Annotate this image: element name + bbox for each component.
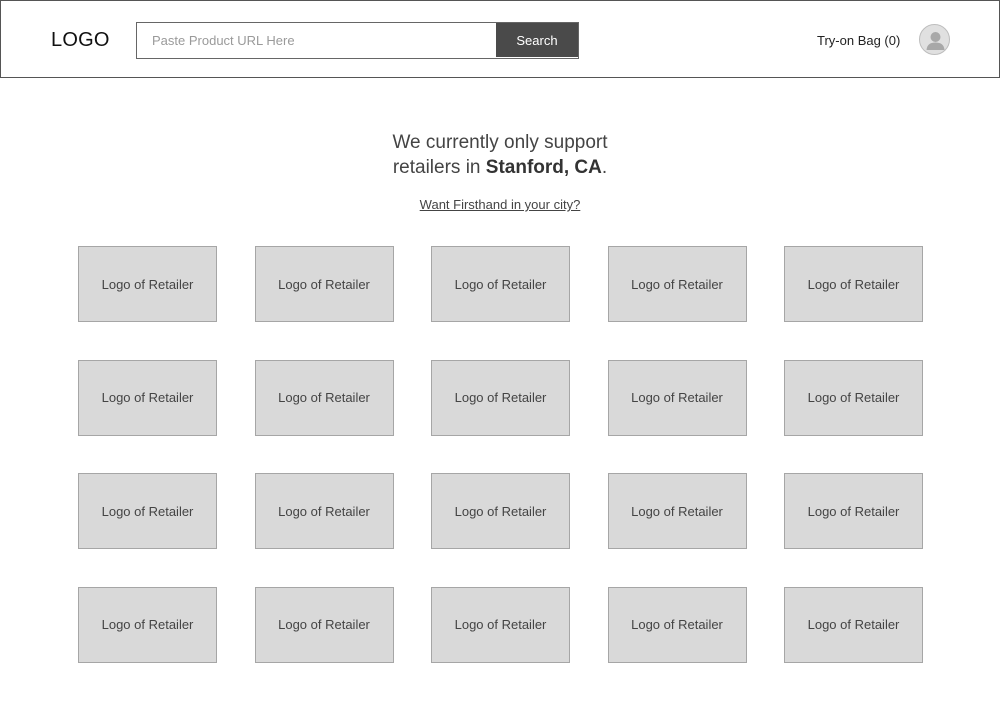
retailer-tile[interactable]: Logo of Retailer [78,246,217,322]
retailer-tile[interactable]: Logo of Retailer [431,586,570,663]
support-message-line2: retailers in Stanford, CA. [0,155,1000,180]
retailer-tile[interactable]: Logo of Retailer [431,246,570,322]
retailer-tile[interactable]: Logo of Retailer [607,586,747,663]
supported-city: Stanford, CA [485,157,602,178]
search-button[interactable]: Search [496,23,578,57]
retailer-tile[interactable]: Logo of Retailer [607,246,747,322]
product-url-input[interactable] [137,23,495,57]
top-header: LOGO Search Try-on Bag (0) [0,0,1000,78]
support-message-line1: We currently only support [392,132,608,153]
retailer-tile[interactable]: Logo of Retailer [78,473,217,549]
retailer-tile[interactable]: Logo of Retailer [431,473,570,549]
retailer-tile[interactable]: Logo of Retailer [784,246,923,322]
retailer-grid: Logo of Retailer Logo of Retailer Logo o… [78,246,923,663]
request-city-link[interactable]: Want Firsthand in your city? [420,197,581,212]
retailer-tile[interactable]: Logo of Retailer [607,473,747,549]
support-message-prefix: retailers in [392,157,486,178]
try-on-bag-link[interactable]: Try-on Bag (0) [817,33,900,48]
search-bar: Search [136,22,579,59]
retailer-tile[interactable]: Logo of Retailer [784,359,923,436]
retailer-tile[interactable]: Logo of Retailer [607,359,747,436]
logo[interactable]: LOGO [51,29,110,52]
retailer-tile[interactable]: Logo of Retailer [254,473,394,549]
retailer-tile[interactable]: Logo of Retailer [254,586,394,663]
user-avatar[interactable] [919,24,950,55]
user-icon [926,32,945,50]
city-request-row: Want Firsthand in your city? [0,197,1000,212]
retailer-tile[interactable]: Logo of Retailer [784,473,923,549]
retailer-tile[interactable]: Logo of Retailer [254,246,394,322]
support-message-suffix: . [601,157,608,178]
retailer-tile[interactable]: Logo of Retailer [254,359,394,436]
retailer-tile[interactable]: Logo of Retailer [784,586,923,663]
retailer-tile[interactable]: Logo of Retailer [78,359,217,436]
retailer-tile[interactable]: Logo of Retailer [78,586,217,663]
support-message: We currently only support retailers in S… [0,130,1000,180]
retailer-tile[interactable]: Logo of Retailer [431,359,570,436]
